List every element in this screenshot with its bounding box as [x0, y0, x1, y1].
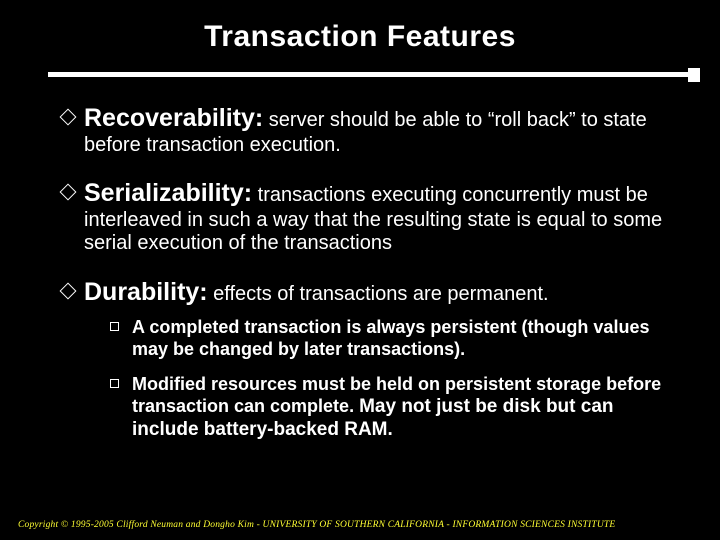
bullet-term: Durability:	[84, 278, 208, 306]
slide: Transaction Features Recoverability: ser…	[0, 0, 720, 540]
copyright-footer: Copyright © 1995-2005 Clifford Neuman an…	[18, 520, 615, 530]
bullet-text: Serializability: transactions executing …	[84, 179, 672, 256]
divider-cap	[688, 68, 700, 82]
diamond-bullet-icon	[60, 109, 77, 126]
diamond-bullet-icon	[60, 184, 77, 201]
square-bullet-icon	[110, 322, 119, 331]
sub-list: A completed transaction is always persis…	[84, 317, 672, 441]
divider	[0, 68, 720, 82]
bullet-desc: effects of transactions are permanent.	[208, 283, 549, 305]
bullet-item-durability: Durability: effects of transactions are …	[62, 278, 672, 442]
bullet-term: Serializability:	[84, 179, 252, 207]
sub-item: Modified resources must be held on persi…	[110, 374, 672, 441]
square-bullet-icon	[110, 379, 119, 388]
diamond-bullet-icon	[60, 282, 77, 299]
sub-text: A completed transaction is always persis…	[132, 317, 649, 359]
bullet-item-serializability: Serializability: transactions executing …	[62, 179, 672, 256]
bullet-text: Durability: effects of transactions are …	[84, 278, 672, 308]
slide-title: Transaction Features	[0, 0, 720, 68]
bullet-item-recoverability: Recoverability: server should be able to…	[62, 104, 672, 157]
bullet-text: Recoverability: server should be able to…	[84, 104, 672, 157]
bullet-term: Recoverability:	[84, 104, 263, 132]
divider-line	[48, 72, 700, 77]
sub-item: A completed transaction is always persis…	[110, 317, 672, 360]
content-area: Recoverability: server should be able to…	[0, 82, 720, 442]
